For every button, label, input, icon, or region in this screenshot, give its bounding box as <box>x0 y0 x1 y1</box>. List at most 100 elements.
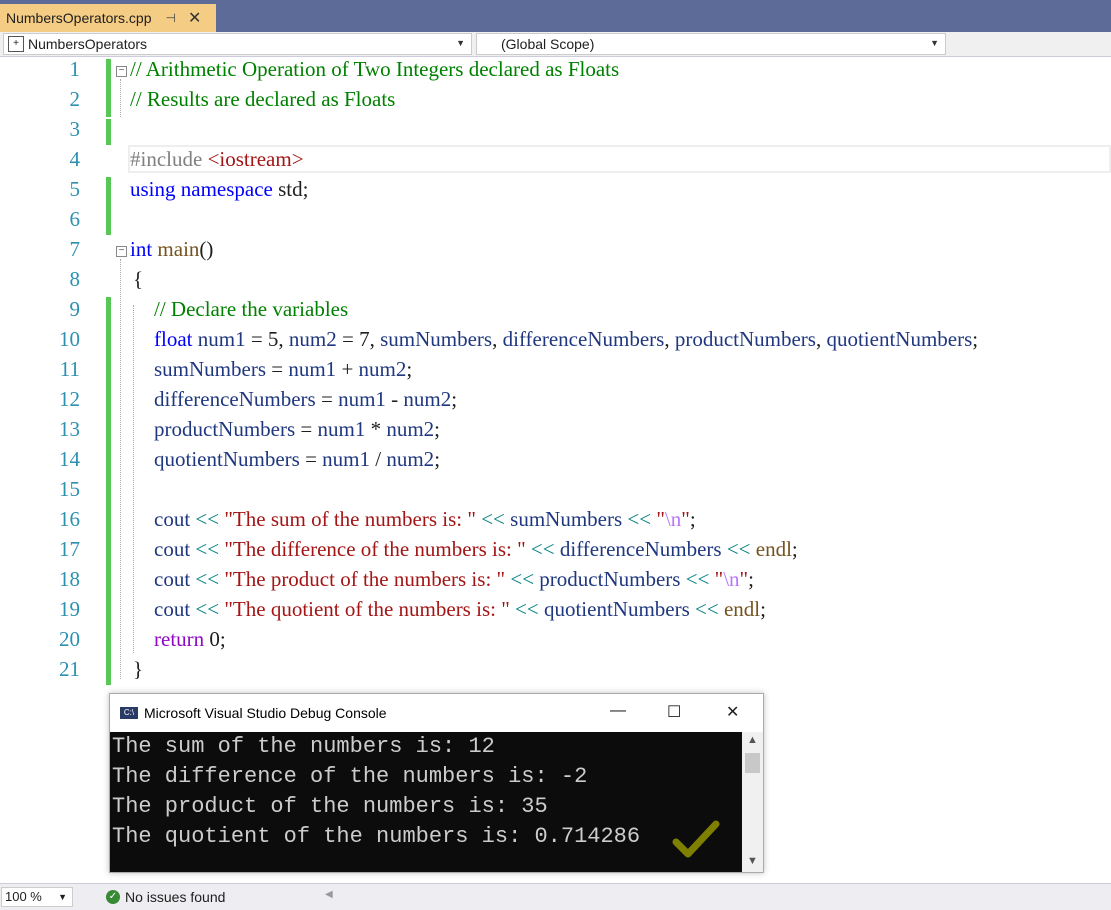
punctuation: ; <box>434 417 441 441</box>
line-number: 6 <box>69 207 81 231</box>
change-bar <box>106 59 111 117</box>
line-number: 3 <box>69 117 81 141</box>
line-number: 8 <box>69 267 81 291</box>
cout: cout <box>154 537 191 561</box>
collapse-icon[interactable]: − <box>116 246 127 257</box>
code-line-1: // Arithmetic Operation of Two Integers … <box>130 57 619 82</box>
code-line-20: return 0; <box>154 627 226 652</box>
console-output[interactable]: The sum of the numbers is: 12 The differ… <box>110 732 742 872</box>
comment: // Arithmetic Operation of Two Integers … <box>130 57 620 81</box>
operator: = <box>266 357 289 381</box>
scope-name: (Global Scope) <box>501 36 595 52</box>
variable: num1 <box>317 417 366 441</box>
punctuation: ; <box>406 357 413 381</box>
line-number: 17 <box>59 537 80 561</box>
code-line-16: cout << "The sum of the numbers is: " <<… <box>154 507 696 532</box>
scroll-left-icon[interactable]: ◀ <box>325 889 333 900</box>
stream-operator: << <box>721 537 756 561</box>
stream-operator: << <box>190 507 225 531</box>
change-bar <box>106 177 111 235</box>
code-line-12: differenceNumbers = num1 - num2; <box>154 387 457 412</box>
comment: // Declare the variables <box>154 297 349 321</box>
change-bar <box>106 119 111 145</box>
code-line-18: cout << "The product of the numbers is: … <box>154 567 754 592</box>
console-line: The quotient of the numbers is: 0.714286 <box>112 824 641 849</box>
console-line: The sum of the numbers is: 12 <box>112 734 495 759</box>
console-icon: C:\ <box>120 707 138 719</box>
change-bar <box>106 297 111 685</box>
stream-operator: << <box>475 507 511 531</box>
checkmark-icon <box>672 820 720 858</box>
keyword: float <box>154 327 193 351</box>
operator: + <box>336 357 359 381</box>
variable: sumNumbers <box>510 507 623 531</box>
line-number: 20 <box>59 627 80 651</box>
collapse-icon[interactable]: − <box>116 66 127 77</box>
quote: " <box>739 567 749 591</box>
stream-operator: << <box>190 597 225 621</box>
code-line-11: sumNumbers = num1 + num2; <box>154 357 412 382</box>
operator: = <box>315 387 339 411</box>
variable: num1 <box>322 447 370 471</box>
minimize-button[interactable]: — <box>610 702 626 720</box>
variable: num1 <box>192 327 246 351</box>
status-bar: 100 % ▼ ✓ No issues found ◀ <box>0 883 1111 910</box>
line-number: 14 <box>59 447 80 471</box>
brace: } <box>133 657 144 681</box>
line-number: 12 <box>59 387 80 411</box>
endl: endl <box>755 537 792 561</box>
zoom-dropdown[interactable]: 100 % ▼ <box>1 887 73 907</box>
tab-numbersoperators-cpp[interactable]: NumbersOperators.cpp ⊣ ✕ <box>0 4 216 32</box>
debug-console-window[interactable]: C:\ Microsoft Visual Studio Debug Consol… <box>109 693 764 873</box>
identifier: std; <box>272 177 309 201</box>
code-line-8: { <box>133 267 143 292</box>
line-number: 13 <box>59 417 80 441</box>
project-dropdown[interactable]: + NumbersOperators ▼ <box>3 33 472 55</box>
console-scrollbar[interactable]: ▲ ▼ <box>742 732 763 872</box>
line-number: 21 <box>59 657 80 681</box>
line-number: 2 <box>69 87 81 111</box>
keyword: using namespace <box>130 177 273 201</box>
console-line: The product of the numbers is: 35 <box>112 794 548 819</box>
operator: = <box>295 417 318 441</box>
punctuation: ; <box>972 327 979 351</box>
code-line-2: // Results are declared as Floats <box>130 87 395 112</box>
console-title: Microsoft Visual Studio Debug Console <box>144 705 387 721</box>
code-line-10: float num1 = 5, num2 = 7, sumNumbers, di… <box>154 327 978 352</box>
line-number: 7 <box>69 237 81 261</box>
line-number: 4 <box>69 147 81 171</box>
maximize-button[interactable]: ☐ <box>667 702 681 722</box>
operator: * <box>365 417 387 441</box>
console-titlebar[interactable]: C:\ Microsoft Visual Studio Debug Consol… <box>110 694 763 732</box>
punctuation: ; <box>760 597 766 621</box>
scope-dropdown[interactable]: (Global Scope) ▼ <box>476 33 946 55</box>
operator: / <box>370 447 387 471</box>
code-line-17: cout << "The difference of the numbers i… <box>154 537 798 562</box>
variable: num1 <box>338 387 386 411</box>
pin-icon[interactable]: ⊣ <box>166 11 176 25</box>
scroll-down-icon[interactable]: ▼ <box>747 855 758 867</box>
endl: endl <box>723 597 761 621</box>
cout: cout <box>154 567 191 591</box>
variable: differenceNumbers <box>559 537 722 561</box>
quote: " <box>681 507 690 531</box>
variable: quotientNumbers <box>826 327 973 351</box>
code-line-21: } <box>133 657 143 682</box>
punctuation: , <box>492 327 503 351</box>
keyword: int <box>130 237 153 261</box>
comment: // Results are declared as Floats <box>130 87 396 111</box>
scroll-thumb[interactable] <box>745 753 760 773</box>
code-line-9: // Declare the variables <box>154 297 348 322</box>
close-icon[interactable]: ✕ <box>188 8 201 28</box>
scroll-up-icon[interactable]: ▲ <box>747 734 758 746</box>
string-literal: "The sum of the numbers is: " <box>224 507 476 531</box>
variable: differenceNumbers <box>154 387 316 411</box>
issues-status[interactable]: No issues found <box>125 889 225 905</box>
project-icon: + <box>8 36 24 52</box>
close-button[interactable]: ✕ <box>726 702 739 722</box>
string-literal: "The product of the numbers is: " <box>224 567 506 591</box>
indent-guide <box>133 305 134 653</box>
line-number: 5 <box>69 177 81 201</box>
chevron-down-icon: ▼ <box>930 38 939 48</box>
tab-strip: NumbersOperators.cpp ⊣ ✕ <box>0 0 1111 32</box>
